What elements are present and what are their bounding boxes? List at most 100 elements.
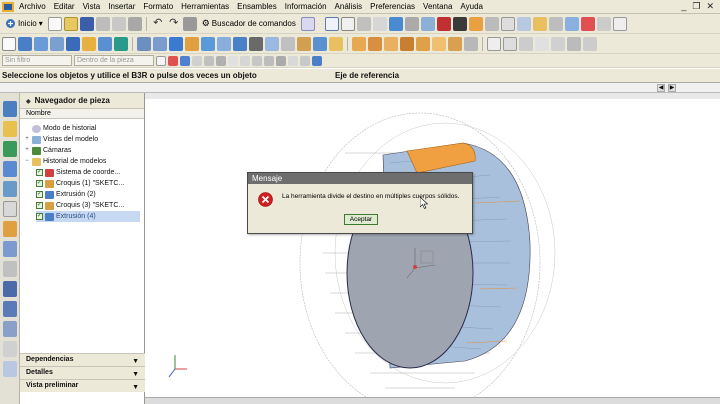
section-icon[interactable]	[452, 16, 467, 31]
surface-icon[interactable]	[352, 36, 366, 51]
curve-offset-icon[interactable]	[567, 36, 581, 51]
process-studio-icon[interactable]	[3, 261, 17, 277]
cut-icon[interactable]	[95, 16, 110, 31]
curve-point-icon[interactable]	[535, 36, 549, 51]
preview-panel[interactable]: Vista preliminar ▼	[20, 379, 145, 392]
snap-end-icon[interactable]	[168, 55, 178, 66]
thicken-icon[interactable]	[329, 36, 343, 51]
minimize-icon[interactable]: _	[681, 1, 686, 12]
resource-extra-2-icon[interactable]	[3, 361, 17, 377]
snap-face-icon[interactable]	[276, 55, 286, 66]
analysis-icon[interactable]	[564, 16, 579, 31]
assembly-navigator-icon[interactable]	[3, 101, 17, 117]
cylinder-icon[interactable]	[98, 36, 112, 51]
menu-formato[interactable]: Formato	[139, 0, 177, 14]
restore-icon[interactable]: ❐	[692, 1, 700, 12]
unite-icon[interactable]	[137, 36, 151, 51]
tree-item[interactable]: ✓ Croquis (1) "SKETC...	[36, 178, 124, 189]
menu-ensambles[interactable]: Ensambles	[233, 0, 281, 14]
draft-icon[interactable]	[265, 36, 279, 51]
trim-body-icon[interactable]	[185, 36, 199, 51]
mesh-icon[interactable]	[384, 36, 398, 51]
snap-existing-icon[interactable]	[240, 55, 250, 66]
hd3d-tools-icon[interactable]	[3, 181, 17, 197]
curve-project-icon[interactable]	[551, 36, 565, 51]
rotate-icon[interactable]	[356, 16, 371, 31]
copy-icon[interactable]	[111, 16, 126, 31]
new-file-icon[interactable]	[47, 16, 62, 31]
hide-icon[interactable]	[484, 16, 499, 31]
snap-mid-icon[interactable]	[180, 55, 190, 66]
snap-intersection-icon[interactable]	[216, 55, 226, 66]
curve-arc-icon[interactable]	[503, 36, 517, 51]
sketch-icon[interactable]	[2, 36, 16, 51]
select-all-icon[interactable]	[156, 55, 166, 66]
through-curves-icon[interactable]	[400, 36, 414, 51]
snap-control-icon[interactable]	[252, 55, 262, 66]
menu-editar[interactable]: Editar	[50, 0, 79, 14]
orient-view-icon[interactable]	[420, 16, 435, 31]
flag-icon[interactable]	[580, 16, 595, 31]
scroll-right-icon[interactable]: ▶	[668, 84, 676, 92]
snap-pole-icon[interactable]	[300, 55, 310, 66]
mirror-icon[interactable]	[297, 36, 311, 51]
history-icon[interactable]	[3, 221, 17, 237]
filter-combo[interactable]: Sin filtro	[2, 55, 72, 66]
tree-item[interactable]: ✓ Extrusión (2)	[36, 189, 96, 200]
save-icon[interactable]	[79, 16, 94, 31]
boss-icon[interactable]	[66, 36, 80, 51]
snap-bounded-icon[interactable]	[288, 55, 298, 66]
paste-icon[interactable]	[127, 16, 142, 31]
reuse-library-icon[interactable]	[3, 161, 17, 177]
visibility-checkbox[interactable]: ✓	[36, 213, 43, 220]
menu-insertar[interactable]: Insertar	[104, 0, 139, 14]
snap-quadrant-icon[interactable]	[204, 55, 214, 66]
sew-icon[interactable]	[464, 36, 478, 51]
visibility-checkbox[interactable]: ✓	[36, 202, 43, 209]
expand-icon[interactable]: +	[24, 145, 30, 156]
dropdown-icon[interactable]	[317, 17, 323, 31]
trimmed-sheet-icon[interactable]	[448, 36, 462, 51]
intersect-icon[interactable]	[169, 36, 183, 51]
menu-archivo[interactable]: Archivo	[15, 0, 50, 14]
snap-on-curve-icon[interactable]	[228, 55, 238, 66]
resource-extra-icon[interactable]	[3, 341, 17, 357]
sweep-icon[interactable]	[368, 36, 382, 51]
toolbar-options-icon[interactable]	[596, 16, 611, 31]
tree-item-selected[interactable]: ✓ Extrusión (4)	[36, 211, 140, 222]
wireframe-icon[interactable]	[404, 16, 419, 31]
tree-item[interactable]: + Cámaras	[24, 145, 71, 156]
snap-point-icon[interactable]	[532, 16, 547, 31]
snap-center-icon[interactable]	[192, 55, 202, 66]
snap-arc-icon[interactable]	[264, 55, 274, 66]
menu-informacion[interactable]: Información	[281, 0, 331, 14]
shell-icon[interactable]	[249, 36, 263, 51]
hole-icon[interactable]	[50, 36, 64, 51]
name-column-header[interactable]: Nombre	[20, 109, 144, 119]
part-model[interactable]	[145, 93, 720, 404]
graphics-window[interactable]	[145, 93, 720, 404]
system-materials-icon[interactable]	[3, 241, 17, 257]
web-browser-icon[interactable]	[3, 201, 17, 217]
accept-button[interactable]: Aceptar	[344, 214, 378, 225]
curve-spline-icon[interactable]	[519, 36, 533, 51]
pan-icon[interactable]	[372, 16, 387, 31]
edge-blend-icon[interactable]	[217, 36, 231, 51]
constraint-navigator-icon[interactable]	[3, 121, 17, 137]
start-button[interactable]: Inicio ▾	[2, 18, 46, 29]
pattern-icon[interactable]	[281, 36, 295, 51]
cone-icon[interactable]	[114, 36, 128, 51]
bounded-plane-icon[interactable]	[432, 36, 446, 51]
redo-icon[interactable]: ↷	[167, 17, 181, 31]
menu-herramientas[interactable]: Herramientas	[177, 0, 233, 14]
show-icon[interactable]	[500, 16, 515, 31]
expand-icon[interactable]: +	[24, 134, 30, 145]
tree-item[interactable]: ✓ Sistema de coorde...	[36, 167, 120, 178]
scope-combo[interactable]: Dentro de la pieza	[74, 55, 154, 66]
manufacturing-wizards-icon[interactable]	[3, 281, 17, 297]
details-panel[interactable]: Detalles ▼	[20, 366, 145, 379]
pin-icon[interactable]: ◆	[26, 94, 31, 110]
roles-icon[interactable]	[3, 301, 17, 317]
fence-icon[interactable]	[468, 16, 483, 31]
curve-bridge-icon[interactable]	[583, 36, 597, 51]
